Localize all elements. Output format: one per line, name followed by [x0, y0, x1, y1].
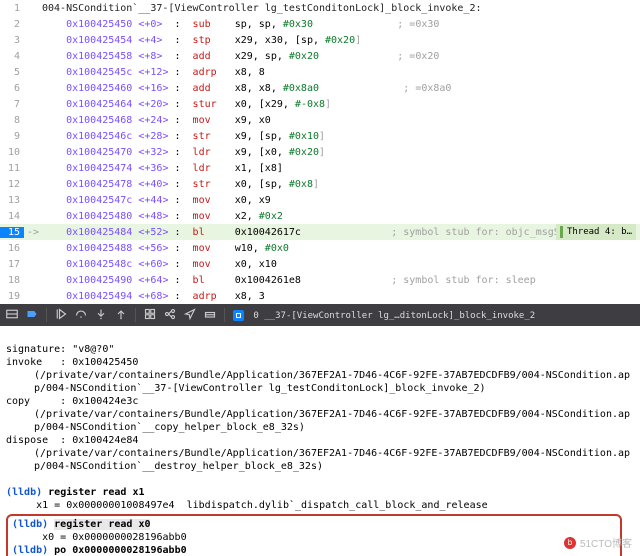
step-into-icon[interactable] [95, 308, 107, 323]
line-number[interactable]: 16 [0, 243, 24, 254]
step-over-icon[interactable] [75, 308, 87, 323]
function-header: 1 004-NSCondition`__37-[ViewController l… [0, 0, 640, 16]
debug-toolbar: 0 __37-[ViewController lg_…ditonLock]_bl… [0, 304, 640, 326]
line-number[interactable]: 19 [0, 291, 24, 302]
line-number[interactable]: 8 [0, 115, 24, 126]
thread-breadcrumb[interactable]: 0 __37-[ViewController lg_…ditonLock]_bl… [233, 310, 535, 321]
line-number[interactable]: 9 [0, 131, 24, 142]
console-line: x1 = 0x00000001008497e4 libdispatch.dyli… [6, 500, 488, 511]
line-number[interactable]: 15 [0, 227, 24, 238]
asm-line[interactable]: 4 0x100425458 <+8> : add x29, sp, #0x20 … [0, 48, 640, 64]
lldb-command: register read x1 [48, 487, 144, 498]
memory-graph-icon[interactable] [164, 308, 176, 323]
toggle-console-icon[interactable] [6, 308, 18, 323]
asm-line[interactable]: 13 0x10042547c <+44> : mov x0, x9 [0, 192, 640, 208]
line-number[interactable]: 11 [0, 163, 24, 174]
console-line: (/private/var/containers/Bundle/Applicat… [6, 369, 634, 395]
asm-line[interactable]: 2 0x100425450 <+0> : sub sp, sp, #0x30 ;… [0, 16, 640, 32]
console-line: dispose : 0x100424e84 [6, 435, 138, 446]
lldb-prompt: (lldb) [6, 487, 42, 498]
asm-line[interactable]: 19 0x100425494 <+68> : adrp x8, 3 [0, 288, 640, 304]
lldb-command: register read x0 [54, 519, 150, 530]
stackframe-icon [233, 310, 244, 321]
line-number[interactable]: 12 [0, 179, 24, 190]
asm-line[interactable]: 12 0x100425478 <+40> : str x0, [sp, #0x8… [0, 176, 640, 192]
debug-view-icon[interactable] [144, 308, 156, 323]
asm-line[interactable]: 15-> 0x100425484 <+52> : bl 0x10042617c … [0, 224, 640, 240]
console-line: (/private/var/containers/Bundle/Applicat… [6, 447, 634, 473]
console-line: x0 = 0x0000000028196abb0 [12, 532, 187, 543]
watermark: b 51CTO博客 [564, 535, 632, 550]
console-line: (/private/var/containers/Bundle/Applicat… [6, 408, 634, 434]
line-number[interactable]: 13 [0, 195, 24, 206]
asm-line[interactable]: 14 0x100425480 <+48> : mov x2, #0x2 [0, 208, 640, 224]
line-number[interactable]: 4 [0, 51, 24, 62]
asm-line[interactable]: 10 0x100425470 <+32> : ldr x9, [x0, #0x2… [0, 144, 640, 160]
asm-line[interactable]: 3 0x100425454 <+4> : stp x29, x30, [sp, … [0, 32, 640, 48]
asm-line[interactable]: 5 0x10042545c <+12> : adrp x8, 8 [0, 64, 640, 80]
simulate-location-icon[interactable] [184, 308, 196, 323]
asm-line[interactable]: 16 0x100425488 <+56> : mov w10, #0x0 [0, 240, 640, 256]
asm-line[interactable]: 7 0x100425464 <+20> : stur x0, [x29, #-0… [0, 96, 640, 112]
execution-arrow: -> [24, 227, 42, 238]
watermark-icon: b [564, 537, 576, 549]
line-number[interactable]: 18 [0, 275, 24, 286]
console-line: copy : 0x100424e3c [6, 396, 138, 407]
toggle-breakpoints-icon[interactable] [26, 308, 38, 323]
step-out-icon[interactable] [115, 308, 127, 323]
disassembly-view: 1 004-NSCondition`__37-[ViewController l… [0, 0, 640, 304]
line-number[interactable]: 5 [0, 67, 24, 78]
console-line: signature: "v8@?0" [6, 344, 114, 355]
highlighted-region: (lldb) register read x0 x0 = 0x000000002… [6, 514, 622, 556]
asm-line[interactable]: 8 0x100425468 <+24> : mov x9, x0 [0, 112, 640, 128]
line-number[interactable]: 17 [0, 259, 24, 270]
line-number[interactable]: 10 [0, 147, 24, 158]
asm-line[interactable]: 17 0x10042548c <+60> : mov x0, x10 [0, 256, 640, 272]
asm-line[interactable]: 9 0x10042546c <+28> : str x9, [sp, #0x10… [0, 128, 640, 144]
line-number[interactable]: 14 [0, 211, 24, 222]
asm-line[interactable]: 11 0x100425474 <+36> : ldr x1, [x8] [0, 160, 640, 176]
line-number[interactable]: 6 [0, 83, 24, 94]
line-number[interactable]: 2 [0, 19, 24, 30]
console-line: invoke : 0x100425450 [6, 357, 138, 368]
asm-line[interactable]: 18 0x100425490 <+64> : bl 0x1004261e8 ; … [0, 272, 640, 288]
continue-icon[interactable] [55, 308, 67, 323]
thread-badge[interactable]: Thread 4: b… [556, 224, 636, 240]
debug-console[interactable]: signature: "v8@?0" invoke : 0x100425450 … [0, 326, 640, 556]
line-number[interactable]: 7 [0, 99, 24, 110]
environment-icon[interactable] [204, 308, 216, 323]
lldb-command: po 0x0000000028196abb0 [54, 545, 186, 556]
line-number[interactable]: 3 [0, 35, 24, 46]
asm-line[interactable]: 6 0x100425460 <+16> : add x8, x8, #0x8a0… [0, 80, 640, 96]
